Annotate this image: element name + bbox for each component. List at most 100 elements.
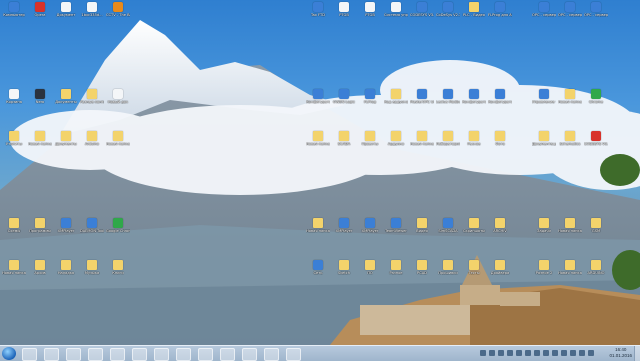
desktop-icon[interactable]: Книги bbox=[106, 259, 130, 275]
desktop-icon[interactable]: Разное bbox=[462, 130, 486, 146]
desktop-icon[interactable]: Новая папка bbox=[306, 218, 330, 233]
opera-icon[interactable] bbox=[88, 348, 103, 361]
antivirus-icon[interactable] bbox=[561, 350, 567, 356]
desktop-icon[interactable]: Система управления bbox=[384, 2, 408, 17]
show-desktop-button[interactable] bbox=[634, 346, 640, 361]
desktop-icon[interactable]: Документы bbox=[54, 130, 78, 146]
desktop-icon[interactable]: Архив bbox=[28, 259, 52, 275]
chrome-icon[interactable] bbox=[66, 348, 81, 361]
start-button[interactable] bbox=[2, 347, 16, 360]
arrow-up-icon[interactable] bbox=[480, 350, 486, 356]
desktop-icon[interactable]: Lectus Modbus O... bbox=[436, 89, 460, 104]
desktop-icon[interactable]: Музыка bbox=[80, 259, 104, 275]
desktop-icon[interactable]: FLProg для Ардуино bbox=[488, 2, 512, 17]
desktop-icon[interactable]: Управление тепло... bbox=[532, 89, 556, 104]
desktop-icon[interactable]: MasterOPC Universal... bbox=[410, 89, 434, 104]
desktop-icon[interactable]: Sketch bbox=[332, 259, 356, 275]
desktop-icon[interactable]: Новая папка bbox=[2, 259, 26, 275]
desktop-icon[interactable]: Схемы bbox=[2, 218, 26, 233]
file-manager-icon[interactable] bbox=[110, 348, 125, 361]
desktop-icon[interactable]: SCADA bbox=[332, 130, 356, 146]
monitor-icon[interactable] bbox=[543, 350, 549, 356]
desktop-icon[interactable]: OWEN Logic bbox=[332, 89, 356, 104]
desktop-icon[interactable]: TeamViewer bbox=[384, 218, 408, 233]
desktop-icon[interactable]: CODESYS V3.5 SP... bbox=[410, 2, 434, 17]
terminal-icon[interactable] bbox=[220, 348, 235, 361]
desktop-icon[interactable]: Разные контроллеры bbox=[80, 89, 104, 104]
desktop-icon[interactable]: CCTV - The Battle... bbox=[106, 2, 130, 17]
app-icon[interactable] bbox=[286, 348, 301, 361]
desktop-icon[interactable]: 1bxc335d... bbox=[80, 2, 104, 17]
desktop-icon[interactable]: Opera bbox=[28, 2, 52, 17]
desktop-icon[interactable]: SimSCADA bbox=[436, 218, 460, 233]
desktop-icon[interactable]: Новый док bbox=[106, 89, 130, 104]
desktop-icon[interactable]: Google Chrome bbox=[106, 218, 130, 233]
desktop-icon[interactable]: PTGB bbox=[332, 2, 356, 17]
desktop-icon[interactable]: XMPlayer bbox=[54, 218, 78, 233]
desktop-icon[interactable]: ARDUINO bbox=[584, 259, 608, 275]
desktop-icon[interactable]: CODESYS V3.5 bbox=[584, 130, 608, 146]
desktop-icon[interactable]: Драйвера bbox=[488, 259, 512, 275]
app-icon[interactable] bbox=[242, 348, 257, 361]
desktop-icon[interactable]: Новая папка bbox=[28, 130, 52, 146]
explorer-icon[interactable] bbox=[22, 348, 37, 361]
desktop-icon[interactable]: Программы bbox=[28, 218, 52, 233]
desktop-icon[interactable]: Скриншоты bbox=[462, 218, 486, 233]
desktop-icon[interactable]: Конфигуратор bbox=[306, 89, 330, 104]
teamviewer-icon[interactable] bbox=[264, 348, 279, 361]
shield-icon[interactable] bbox=[525, 350, 531, 356]
desktop-icon[interactable]: Документация bbox=[532, 130, 556, 146]
desktop-icon[interactable]: Ардуино bbox=[384, 130, 408, 146]
desktop-icon[interactable]: PLC - Видео bbox=[462, 2, 486, 17]
desktop-icon[interactable]: Новая папка bbox=[106, 130, 130, 146]
language-icon[interactable] bbox=[507, 350, 513, 356]
desktop-icon[interactable]: OPC - сервер для Оборуд... bbox=[558, 2, 582, 17]
desktop-icon[interactable]: Прошивки bbox=[436, 259, 460, 275]
desktop-icon[interactable]: Лаборатория bbox=[436, 130, 460, 146]
flag-icon[interactable] bbox=[534, 350, 540, 356]
network-icon[interactable] bbox=[489, 350, 495, 356]
desktop-icon[interactable]: Код ардуино bbox=[384, 89, 408, 104]
desktop-icon[interactable]: Schematics bbox=[558, 130, 582, 146]
desktop-icon[interactable]: Разное bbox=[384, 259, 408, 275]
clock[interactable]: 16:40 01.01.2016 bbox=[609, 347, 632, 359]
owen-icon[interactable] bbox=[132, 348, 147, 361]
desktop-icon[interactable]: Тесты bbox=[462, 259, 486, 275]
desktop-icon[interactable]: ПО bbox=[358, 259, 382, 275]
app-icon[interactable] bbox=[176, 348, 191, 361]
desktop-icon[interactable]: Документы bbox=[54, 89, 78, 104]
desktop-icon[interactable]: Nero bbox=[28, 89, 52, 104]
desktop[interactable]: Компьютер Opera Документ 1bxc335d... CCTV - … bbox=[0, 0, 640, 345]
scada-icon[interactable] bbox=[198, 348, 213, 361]
desktop-icon[interactable]: Новая папка bbox=[558, 259, 582, 275]
desktop-icon[interactable]: Новая папка bbox=[306, 130, 330, 146]
desktop-icon[interactable]: Сеть bbox=[306, 259, 330, 275]
cloud-icon[interactable] bbox=[588, 350, 594, 356]
desktop-icon[interactable]: Утилиты bbox=[2, 130, 26, 146]
desktop-icon[interactable]: PTGB bbox=[358, 2, 382, 17]
desktop-icon[interactable]: Фото bbox=[488, 130, 512, 146]
desktop-icon[interactable]: Видео bbox=[410, 218, 434, 233]
desktop-icon[interactable]: Проекты bbox=[358, 130, 382, 146]
usb-icon[interactable] bbox=[579, 350, 585, 356]
desktop-icon[interactable]: XMPlayer bbox=[332, 218, 356, 233]
desktop-icon[interactable]: XMPlayer bbox=[358, 218, 382, 233]
desktop-icon[interactable]: CoDeSys V2.3 bbox=[436, 2, 460, 17]
desktop-icon[interactable]: Новая папка bbox=[410, 130, 434, 146]
desktop-icon[interactable]: OPC - сервер для счёт... bbox=[532, 2, 556, 17]
desktop-icon[interactable]: Документ bbox=[54, 2, 78, 17]
desktop-icon[interactable]: Tax FTD bbox=[306, 2, 330, 17]
desktop-icon[interactable]: Конфигуратор bbox=[462, 89, 486, 104]
desktop-icon[interactable]: Новая папка bbox=[558, 218, 582, 233]
desktop-icon[interactable]: Chrome bbox=[584, 89, 608, 104]
desktop-icon[interactable]: Arduino bbox=[80, 130, 104, 146]
desktop-icon[interactable]: OPC - сервер для прибо... bbox=[584, 2, 608, 17]
desktop-icon[interactable]: Задачи bbox=[532, 218, 556, 233]
desktop-icon[interactable]: DAEMON Tools Lite bbox=[80, 218, 104, 233]
desktop-icon[interactable]: Новая папка bbox=[558, 89, 582, 104]
desktop-icon[interactable]: Корзина bbox=[2, 89, 26, 104]
desktop-icon[interactable]: Компьютер bbox=[2, 2, 26, 17]
desktop-icon[interactable]: GSM bbox=[584, 218, 608, 233]
nero-icon[interactable] bbox=[154, 348, 169, 361]
desktop-icon[interactable]: PCAD bbox=[410, 259, 434, 275]
